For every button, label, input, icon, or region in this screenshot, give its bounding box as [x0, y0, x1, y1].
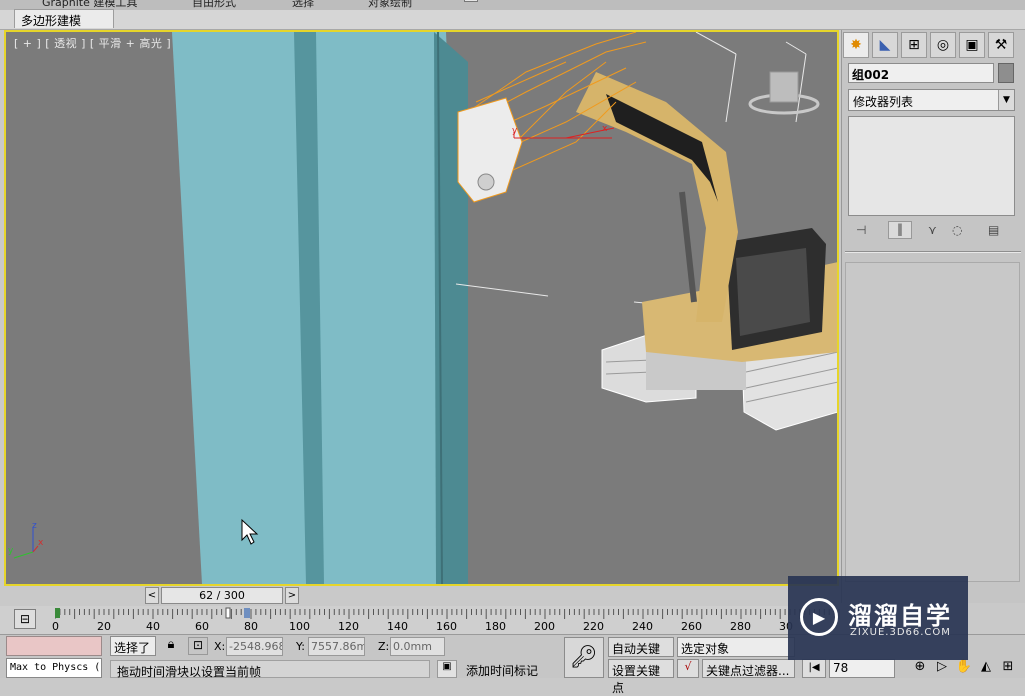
tick-label: 280	[730, 620, 751, 633]
default-tangent-icon[interactable]: √	[677, 659, 699, 678]
command-panel-tabs: ✸ ◣ ⊞ ◎ ▣ ⚒	[843, 32, 1025, 58]
panel-divider	[845, 251, 1021, 253]
axis-y-label: y	[8, 546, 14, 556]
orbit-icon[interactable]: ▷	[932, 659, 952, 678]
chevron-down-icon: ▼	[998, 90, 1014, 110]
tick-label: 80	[244, 620, 258, 633]
modifier-list-label: 修改器列表	[853, 95, 914, 109]
current-frame-marker	[225, 607, 231, 619]
modify-icon[interactable]: ◣	[872, 32, 898, 58]
watermark-play-logo: ▶	[800, 598, 838, 636]
make-unique-icon[interactable]: ⋎	[928, 223, 937, 237]
tick-label: 260	[681, 620, 702, 633]
tick-label: 160	[436, 620, 457, 633]
tick-label: 60	[195, 620, 209, 633]
viewport-scene	[6, 32, 837, 584]
curve-editor-icon[interactable]: ⊟	[14, 609, 36, 629]
tick-label: 40	[146, 620, 160, 633]
set-key-button[interactable]: 设置关键点	[608, 659, 674, 695]
x-coord-label: X:	[214, 640, 226, 653]
modifier-list-dropdown[interactable]: 修改器列表 ▼	[848, 89, 1015, 111]
maximize-viewport-icon[interactable]: ⊞	[998, 659, 1018, 678]
pan-icon[interactable]: ✋	[954, 659, 974, 678]
field-of-view-icon[interactable]: ◭	[976, 659, 996, 678]
watermark-url: ZIXUE.3D66.COM	[850, 627, 951, 638]
ribbon: Graphite 建模工具 自由形式 选择 对象绘制 多边形建模	[0, 0, 1025, 30]
key-selection-dropdown[interactable]: 选定对象	[677, 637, 795, 657]
tick-label: 180	[485, 620, 506, 633]
tick-label: 120	[338, 620, 359, 633]
time-slider-prev-button[interactable]: <	[145, 587, 159, 604]
set-keys-key-icon[interactable]: 🔑︎	[564, 637, 604, 678]
object-color-swatch[interactable]	[998, 63, 1014, 83]
utilities-icon[interactable]: ⚒	[988, 32, 1014, 58]
tab-polygon-modeling[interactable]: 多边形建模	[14, 9, 114, 28]
time-slider	[0, 586, 841, 606]
maxscript-listener-mini[interactable]	[6, 636, 102, 656]
rollout-area	[845, 262, 1020, 582]
key-filters-button[interactable]: 关键点过滤器...	[702, 659, 795, 678]
perspective-viewport[interactable]: [ + ] [ 透视 ] [ 平滑 + 高光 ] z y x y x	[4, 30, 839, 586]
time-tag-icon[interactable]: ▣	[437, 660, 457, 678]
maxscript-line[interactable]: Max to Physcs (	[6, 658, 102, 678]
add-time-tag-button[interactable]: 添加时间标记	[460, 660, 560, 678]
x-coord-field[interactable]: -2548.968r	[226, 637, 283, 656]
tick-label: 220	[583, 620, 604, 633]
tick-label: 100	[289, 620, 310, 633]
time-slider-thumb[interactable]: 62 / 300	[161, 587, 283, 604]
track-bar-tick-labels: 0 20 40 60 80 100 120 140 160 180 200 22…	[52, 620, 841, 633]
gizmo-x-label: x	[602, 124, 608, 134]
ribbon-tab-row: Graphite 建模工具 自由形式 选择 对象绘制	[0, 0, 1025, 10]
z-coord-label: Z:	[378, 640, 390, 653]
watermark-title: 溜溜自学	[848, 602, 952, 630]
auto-key-button[interactable]: 自动关键点	[608, 637, 674, 673]
bucket-pin	[477, 173, 495, 191]
tick-label: 200	[534, 620, 555, 633]
ribbon-tab-freeform[interactable]: 自由形式	[192, 0, 236, 10]
tick-label: 140	[387, 620, 408, 633]
tick-label: 0	[52, 620, 59, 633]
ribbon-options-icon[interactable]	[464, 0, 478, 2]
absolute-mode-icon[interactable]: ⊡	[188, 637, 208, 655]
key-marker	[55, 608, 60, 618]
viewcube	[769, 71, 799, 103]
selected-key-marker	[244, 608, 250, 618]
create-icon[interactable]: ✸	[843, 32, 869, 58]
y-coord-field[interactable]: 7557.86mr	[308, 637, 365, 656]
stack-toolbar: ⊣ ‖ ⋎ ◌ ▤	[848, 221, 1015, 243]
selection-status: 选择了	[110, 636, 156, 656]
excavator-cab-window	[736, 248, 810, 336]
viewport-label[interactable]: [ + ] [ 透视 ] [ 平滑 + 高光 ]	[14, 35, 171, 51]
display-icon[interactable]: ▣	[959, 32, 985, 58]
tick-label: 20	[97, 620, 111, 633]
prompt-line: 拖动时间滑块以设置当前帧	[110, 660, 430, 679]
gizmo-y-label: y	[512, 126, 518, 136]
object-name-field[interactable]: 组002	[848, 63, 994, 83]
y-coord-label: Y:	[296, 640, 305, 653]
modifier-stack[interactable]	[848, 116, 1015, 216]
remove-modifier-icon[interactable]: ◌	[952, 223, 962, 237]
axis-z-label: z	[32, 521, 37, 531]
z-coord-field[interactable]: 0.0mm	[390, 637, 445, 656]
zoom-icon[interactable]: ⊕	[910, 659, 930, 678]
axis-x-label: x	[38, 538, 44, 548]
ribbon-tab-selection[interactable]: 选择	[292, 0, 314, 10]
lock-selection-icon[interactable]: 🔒︎	[163, 637, 179, 655]
go-to-start-icon[interactable]: |◀	[802, 659, 826, 678]
tick-label: 240	[632, 620, 653, 633]
pin-stack-icon[interactable]: ⊣	[856, 223, 866, 237]
motion-icon[interactable]: ◎	[930, 32, 956, 58]
current-frame-field[interactable]: 78	[829, 659, 895, 678]
hierarchy-icon[interactable]: ⊞	[901, 32, 927, 58]
show-end-result-icon[interactable]: ‖	[888, 221, 912, 239]
ribbon-tab-object-paint[interactable]: 对象绘制	[368, 0, 412, 10]
time-slider-next-button[interactable]: >	[285, 587, 299, 604]
configure-sets-icon[interactable]: ▤	[988, 223, 999, 237]
